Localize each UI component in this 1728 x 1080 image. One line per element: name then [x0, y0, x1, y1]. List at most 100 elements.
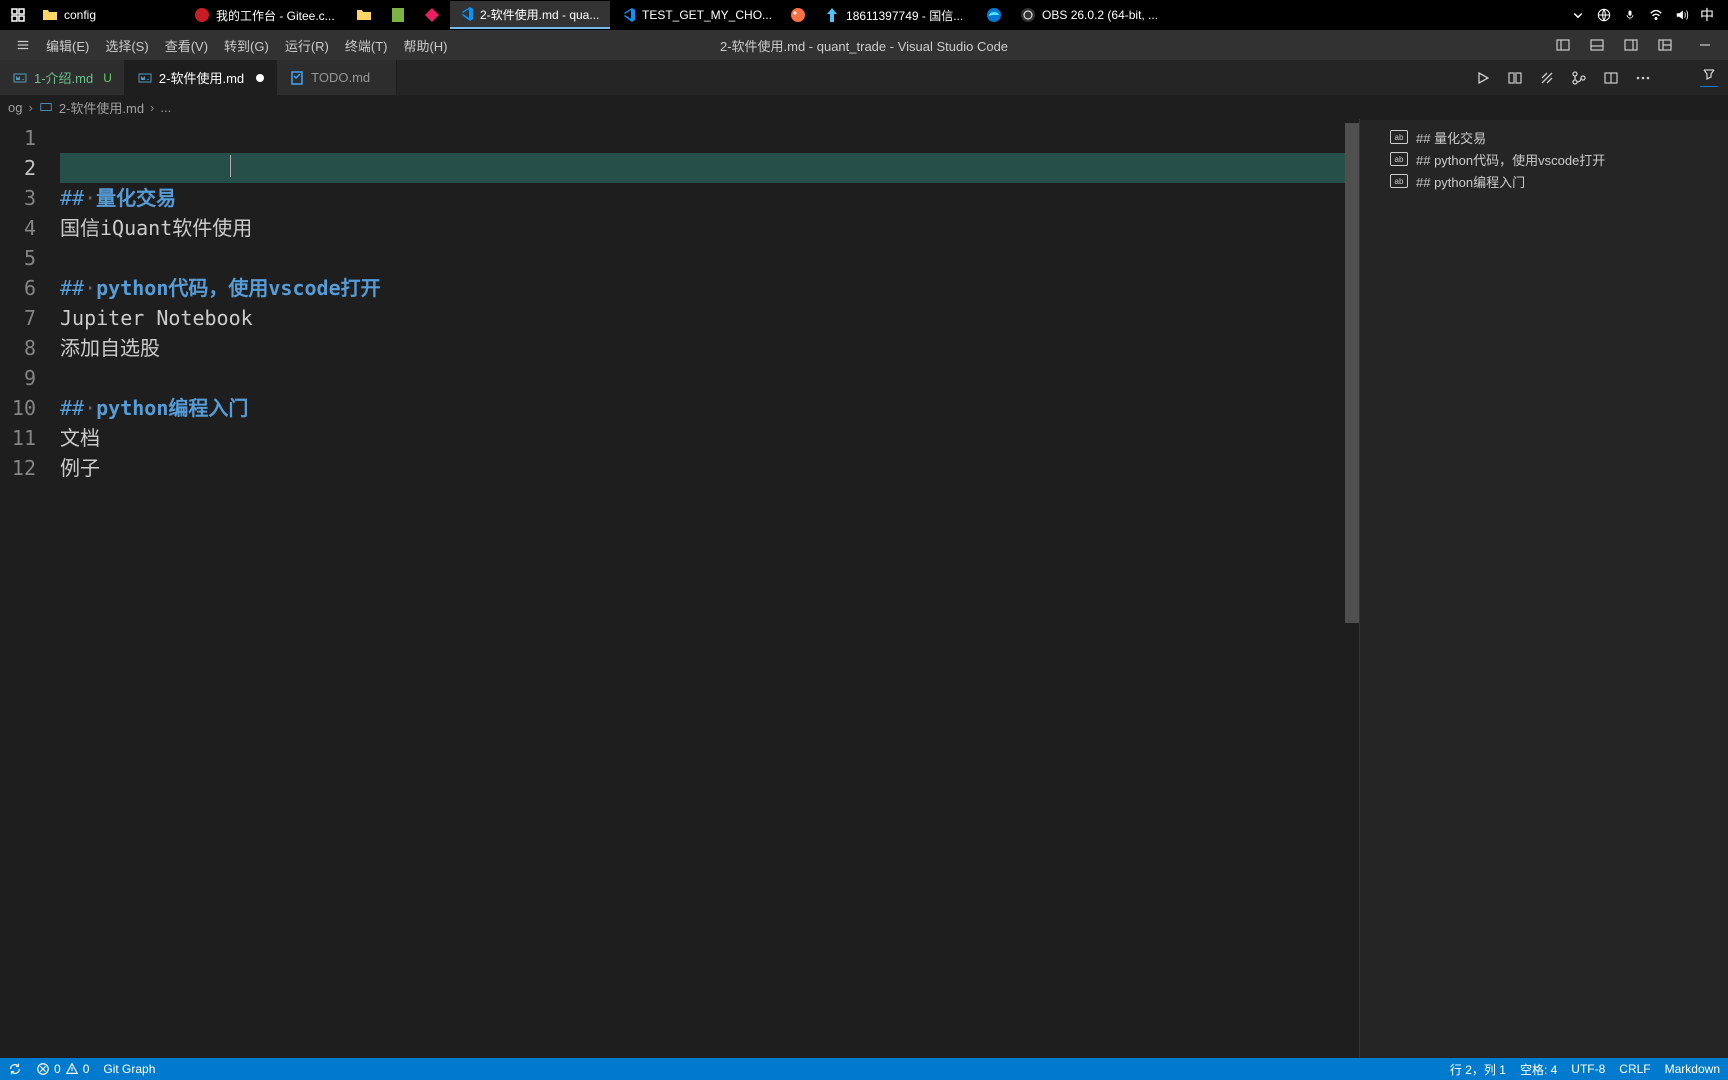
windows-taskbar: config 我的工作台 - Gitee.c...	[0, 0, 1728, 30]
outline-item[interactable]: ab ## 量化交易	[1370, 126, 1718, 148]
taskbar-item-stock[interactable]: 18611397749 - 国信...	[816, 1, 976, 29]
heading-symbol-icon: ab	[1390, 130, 1408, 144]
split-diff-icon[interactable]	[1506, 69, 1524, 87]
menu-help[interactable]: 帮助(H)	[395, 30, 455, 60]
taskbar-item-config[interactable]: config	[34, 1, 184, 29]
taskbar-item-vscode-test[interactable]: TEST_GET_MY_CHO...	[612, 1, 780, 29]
scrollbar-thumb[interactable]	[1345, 123, 1359, 623]
outline-label: ## 量化交易	[1416, 128, 1486, 147]
more-actions-icon[interactable]	[1634, 69, 1652, 87]
status-language[interactable]: Markdown	[1665, 1062, 1720, 1076]
layout-toggle-bottom-icon[interactable]	[1580, 30, 1614, 60]
vscode-window: 编辑(E) 选择(S) 查看(V) 转到(G) 运行(R) 终端(T) 帮助(H…	[0, 30, 1728, 1080]
menu-edit[interactable]: 编辑(E)	[38, 30, 97, 60]
editor[interactable]: 1 2 3 4 5 6 7 8 9 10 11 12 ##·量化交易 国信iQu…	[0, 119, 1360, 1058]
outline-item[interactable]: ab ## python代码，使用vscode打开	[1370, 148, 1718, 170]
taskbar-item-palette[interactable]	[782, 1, 814, 29]
layout-customize-icon[interactable]	[1648, 30, 1682, 60]
taskbar-label: config	[64, 8, 96, 22]
source-control-icon[interactable]	[1570, 69, 1588, 87]
volume-icon[interactable]	[1674, 7, 1690, 23]
notepad-icon	[390, 7, 406, 23]
edge-icon	[986, 7, 1002, 23]
layout-toggle-left-icon[interactable]	[1546, 30, 1580, 60]
menu-run[interactable]: 运行(R)	[277, 30, 337, 60]
todo-file-icon	[289, 70, 305, 86]
taskbar-item-obs[interactable]: OBS 26.0.2 (64-bit, ...	[1012, 1, 1172, 29]
editor-actions	[1474, 60, 1718, 95]
ime-indicator[interactable]: 中	[1700, 5, 1714, 25]
breadcrumb-seg[interactable]: og	[8, 100, 22, 115]
taskbar-label: OBS 26.0.2 (64-bit, ...	[1042, 8, 1158, 22]
palette-icon	[790, 7, 806, 23]
chevron-down-icon[interactable]	[1570, 7, 1586, 23]
window-minimize-icon[interactable]	[1682, 30, 1728, 60]
gitee-icon	[194, 7, 210, 23]
status-problems[interactable]: 0 0	[36, 1062, 89, 1076]
system-tray: 中	[1560, 5, 1724, 25]
outline-panel: ab ## 量化交易 ab ## python代码，使用vscode打开 ab …	[1360, 119, 1728, 1058]
menu-select[interactable]: 选择(S)	[97, 30, 156, 60]
taskbar-label: 2-软件使用.md - qua...	[480, 6, 599, 23]
status-spaces[interactable]: 空格: 4	[1520, 1061, 1557, 1078]
status-sync[interactable]	[8, 1062, 22, 1076]
taskbar-item-folder3[interactable]	[382, 1, 414, 29]
taskbar-item-edge[interactable]	[978, 1, 1010, 29]
menu-terminal[interactable]: 终端(T)	[337, 30, 396, 60]
status-eol[interactable]: CRLF	[1619, 1062, 1650, 1076]
code-area[interactable]: ##·量化交易 国信iQuant软件使用 ##·python代码，使用vscod…	[50, 119, 1359, 1058]
taskbar-item-vscode-active[interactable]: 2-软件使用.md - qua...	[450, 1, 610, 29]
tab-intro[interactable]: 1-介绍.md U	[0, 60, 125, 95]
folder-icon	[42, 7, 58, 23]
markdown-file-icon	[137, 70, 153, 86]
heading-symbol-icon: ab	[1390, 174, 1408, 188]
breadcrumb-seg[interactable]: ...	[160, 100, 171, 115]
search-glass-icon	[10, 7, 26, 23]
status-bar: 0 0 Git Graph 行 2，列 1 空格: 4 UTF-8 CRLF M…	[0, 1058, 1728, 1080]
folder-icon	[356, 7, 372, 23]
split-editor-icon[interactable]	[1602, 69, 1620, 87]
diamond-icon	[424, 7, 440, 23]
tab-todo[interactable]: TODO.md	[277, 60, 397, 95]
breadcrumb[interactable]: og › 2-软件使用.md › ...	[0, 95, 1728, 119]
menu-bar: 编辑(E) 选择(S) 查看(V) 转到(G) 运行(R) 终端(T) 帮助(H…	[0, 30, 1728, 60]
menu-hamburger[interactable]	[8, 30, 38, 60]
markdown-file-icon	[39, 100, 53, 114]
tab-label: TODO.md	[311, 70, 370, 85]
obs-icon	[1020, 7, 1036, 23]
vscode-icon	[458, 6, 474, 22]
outline-label: ## python编程入门	[1416, 172, 1525, 191]
menu-goto[interactable]: 转到(G)	[216, 30, 277, 60]
window-title: 2-软件使用.md - quant_trade - Visual Studio …	[720, 36, 1008, 55]
status-encoding[interactable]: UTF-8	[1571, 1062, 1605, 1076]
editor-tabs: 1-介绍.md U 2-软件使用.md TODO.md	[0, 60, 1728, 95]
taskbar-label: 18611397749 - 国信...	[846, 7, 963, 24]
menu-view[interactable]: 查看(V)	[157, 30, 216, 60]
vertical-scrollbar[interactable]	[1345, 119, 1359, 1058]
open-changes-icon[interactable]	[1538, 69, 1556, 87]
taskbar-item-diamond[interactable]	[416, 1, 448, 29]
taskbar-item-gitee[interactable]: 我的工作台 - Gitee.c...	[186, 1, 346, 29]
breadcrumb-seg[interactable]: 2-软件使用.md	[59, 98, 144, 117]
vscode-icon	[620, 7, 636, 23]
run-icon[interactable]	[1474, 69, 1492, 87]
mic-icon[interactable]	[1622, 7, 1638, 23]
outline-refresh-icon[interactable]	[1700, 69, 1718, 87]
outline-label: ## python代码，使用vscode打开	[1416, 150, 1605, 169]
status-cursor-pos[interactable]: 行 2，列 1	[1450, 1061, 1506, 1078]
outline-item[interactable]: ab ## python编程入门	[1370, 170, 1718, 192]
layout-toggle-right-icon[interactable]	[1614, 30, 1648, 60]
text-cursor	[230, 155, 231, 177]
globe-icon[interactable]	[1596, 7, 1612, 23]
wifi-icon[interactable]	[1648, 7, 1664, 23]
arrow-up-icon	[824, 7, 840, 23]
taskbar-label: TEST_GET_MY_CHO...	[642, 8, 772, 22]
line-gutter: 1 2 3 4 5 6 7 8 9 10 11 12	[0, 119, 50, 1058]
tab-software-usage[interactable]: 2-软件使用.md	[125, 60, 277, 95]
heading-symbol-icon: ab	[1390, 152, 1408, 166]
taskbar-item-folder2[interactable]	[348, 1, 380, 29]
status-git-graph[interactable]: Git Graph	[103, 1062, 155, 1076]
chevron-right-icon: ›	[28, 100, 32, 115]
tab-label: 1-介绍.md	[34, 68, 93, 87]
taskbar-start-icon[interactable]	[4, 1, 32, 29]
